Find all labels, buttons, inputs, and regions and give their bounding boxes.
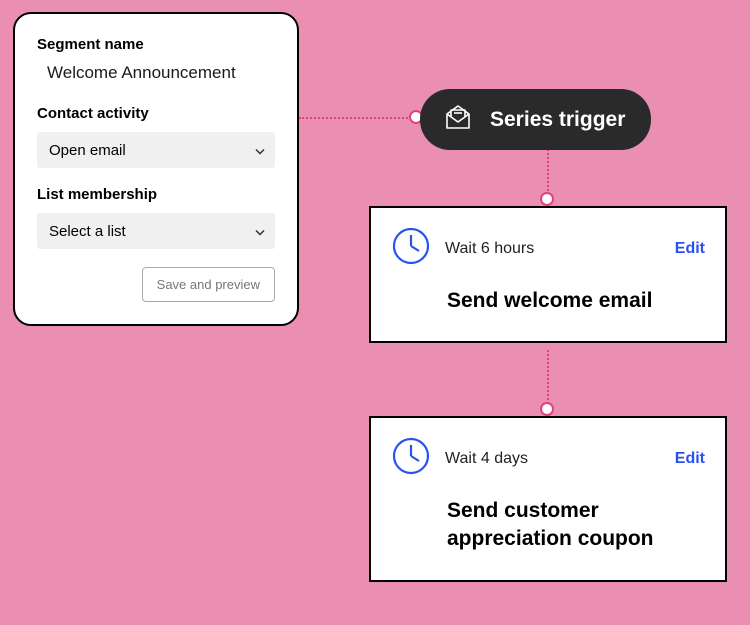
segment-panel: Segment name Welcome Announcement Contac… bbox=[13, 12, 299, 326]
contact-activity-value: Open email bbox=[49, 142, 126, 159]
envelope-open-icon bbox=[442, 101, 474, 138]
segment-name-label: Segment name bbox=[37, 36, 275, 53]
contact-activity-label: Contact activity bbox=[37, 105, 275, 122]
automation-step-card: Wait 6 hours Edit Send welcome email bbox=[369, 206, 727, 343]
connector-node bbox=[540, 402, 554, 416]
clock-icon bbox=[391, 436, 431, 481]
automation-step-card: Wait 4 days Edit Send customer appreciat… bbox=[369, 416, 727, 582]
series-trigger-pill[interactable]: Series trigger bbox=[420, 89, 651, 150]
chevron-down-icon bbox=[255, 223, 265, 240]
contact-activity-select[interactable]: Open email bbox=[37, 132, 275, 168]
connector-line bbox=[299, 117, 420, 119]
step-title: Send welcome email bbox=[447, 287, 705, 315]
list-membership-select[interactable]: Select a list bbox=[37, 213, 275, 249]
segment-name-value[interactable]: Welcome Announcement bbox=[47, 63, 275, 83]
chevron-down-icon bbox=[255, 142, 265, 159]
step-title: Send customer appreciation coupon bbox=[447, 497, 705, 554]
wait-duration: Wait 6 hours bbox=[445, 240, 661, 258]
clock-icon bbox=[391, 226, 431, 271]
save-preview-button[interactable]: Save and preview bbox=[142, 267, 275, 302]
list-membership-value: Select a list bbox=[49, 223, 126, 240]
edit-button[interactable]: Edit bbox=[675, 450, 705, 468]
trigger-title: Series trigger bbox=[490, 108, 625, 132]
wait-duration: Wait 4 days bbox=[445, 450, 661, 468]
connector-node bbox=[540, 192, 554, 206]
edit-button[interactable]: Edit bbox=[675, 240, 705, 258]
list-membership-label: List membership bbox=[37, 186, 275, 203]
